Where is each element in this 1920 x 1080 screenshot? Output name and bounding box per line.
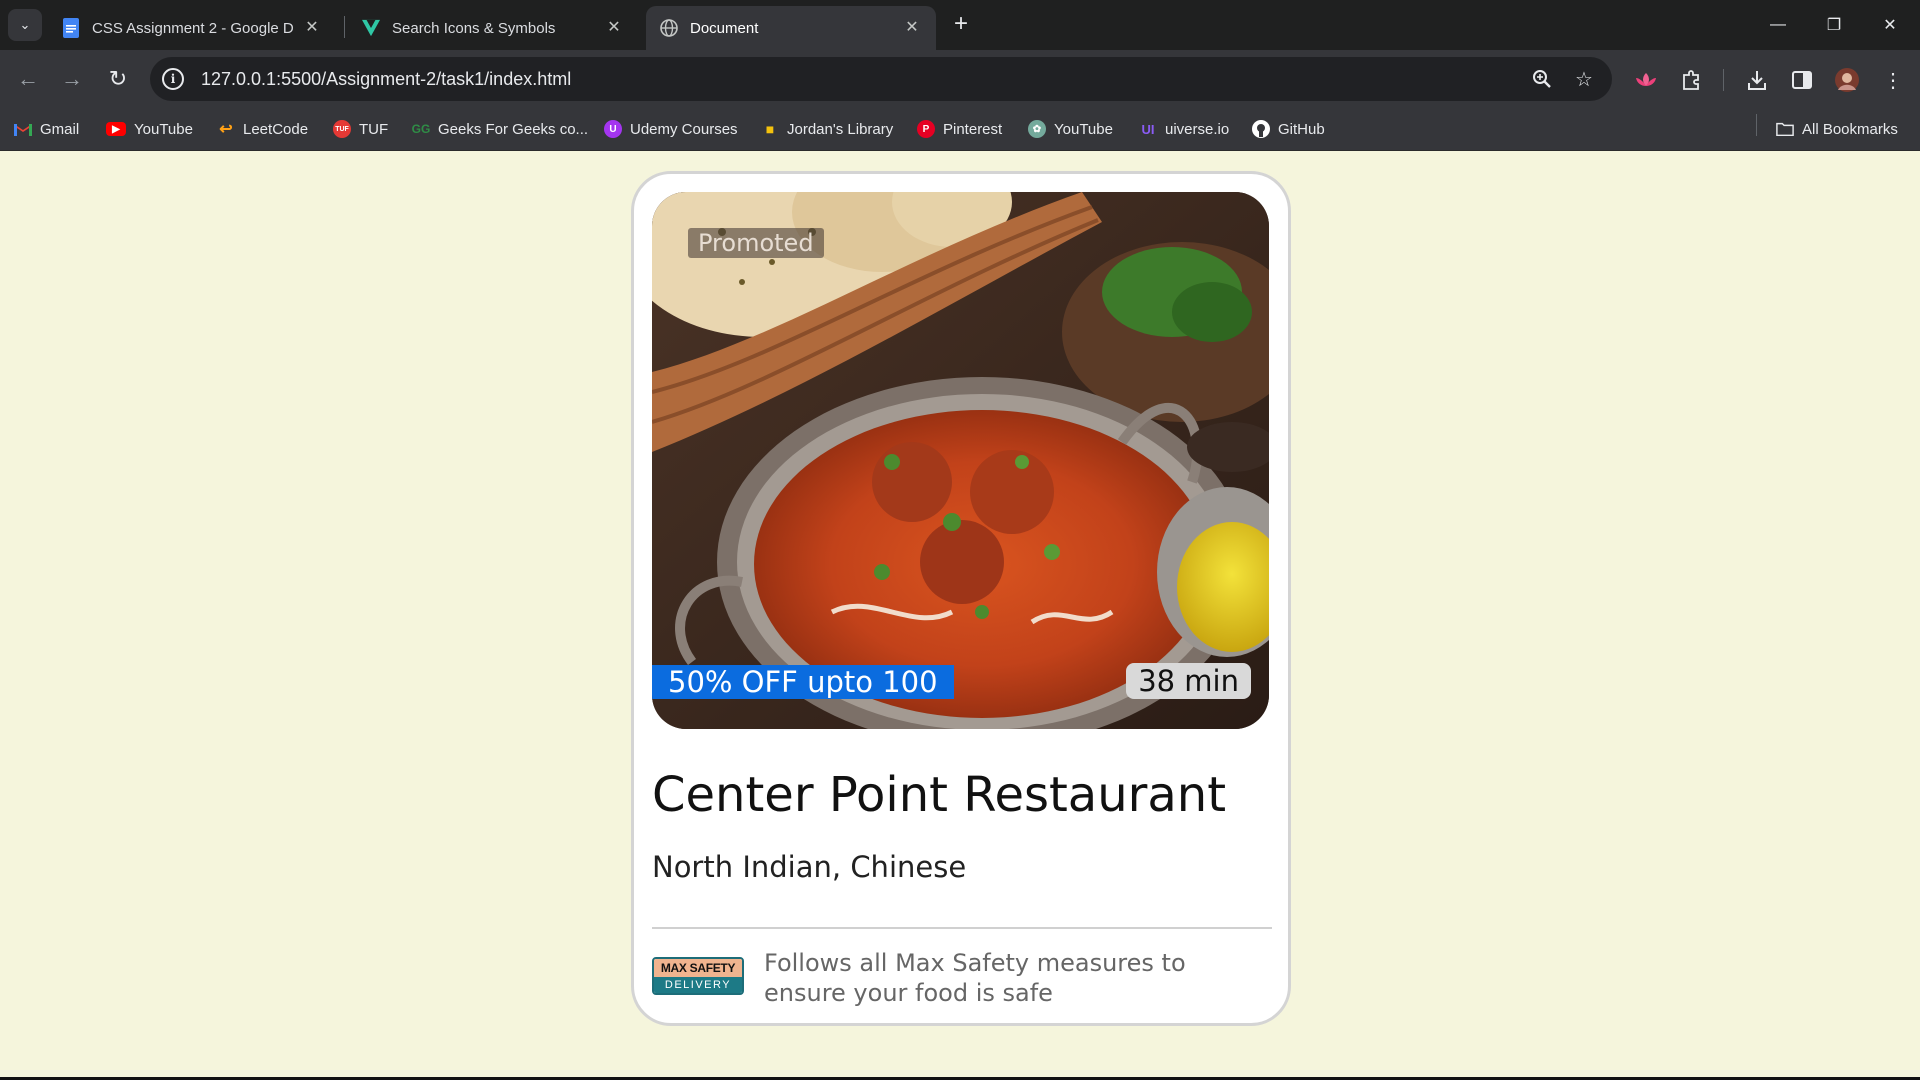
library-icon: ■ <box>765 121 775 137</box>
bookmarks-bar: Gmail ▶ YouTube ↩ LeetCode TUF TUF GG Ge… <box>0 108 1920 151</box>
extensions-icon[interactable] <box>1676 65 1706 95</box>
google-docs-icon <box>62 18 80 38</box>
new-tab-button[interactable]: + <box>948 12 974 38</box>
bookmark-github[interactable]: GitHub <box>1252 117 1325 141</box>
bookmark-label: Gmail <box>40 120 80 138</box>
address-bar[interactable]: i 127.0.0.1:5500/Assignment-2/task1/inde… <box>150 57 1612 101</box>
divider <box>652 927 1272 929</box>
restaurant-card[interactable]: Promoted 50% OFF upto 100 38 min Center … <box>631 171 1291 1026</box>
bookmark-gfg[interactable]: GG Geeks For Geeks co... <box>412 117 588 141</box>
tab-title: Search Icons & Symbols <box>392 19 556 37</box>
arrow-right-icon: → <box>61 66 83 91</box>
tab-title: Document <box>690 19 759 37</box>
bookmark-uiverse[interactable]: UI uiverse.io <box>1139 117 1230 141</box>
bookmark-leetcode[interactable]: ↩ LeetCode <box>217 117 308 141</box>
bookmark-label: TUF <box>359 120 389 138</box>
bookmark-label: Pinterest <box>943 120 1003 138</box>
lotus-extension-icon[interactable] <box>1631 65 1661 95</box>
minimize-icon: — <box>1770 16 1786 33</box>
tab-strip: ⌄ CSS Assignment 2 - Google Docs ✕ Searc… <box>0 0 1920 50</box>
tab-document[interactable]: Document ✕ <box>646 6 936 50</box>
bookmark-label: uiverse.io <box>1165 120 1230 138</box>
zoom-icon[interactable] <box>1528 65 1556 93</box>
bookmark-label: Jordan's Library <box>787 120 894 138</box>
leetcode-icon: ↩ <box>219 121 233 138</box>
vue-icon <box>362 19 380 37</box>
side-panel-icon[interactable] <box>1787 65 1817 95</box>
safety-logo-top: MAX SAFETY <box>654 959 742 977</box>
tab-search-button[interactable]: ⌄ <box>8 9 42 41</box>
tab-google-docs[interactable]: CSS Assignment 2 - Google Docs ✕ <box>48 6 336 50</box>
restaurant-name: Center Point Restaurant <box>652 767 1227 823</box>
close-icon: ✕ <box>1883 17 1897 34</box>
bookmark-label: All Bookmarks <box>1802 120 1898 138</box>
more-menu-icon[interactable]: ⋮ <box>1878 65 1908 95</box>
youtube-icon: ▶ <box>106 122 126 136</box>
bookmark-pinterest[interactable]: P Pinterest <box>917 117 1002 141</box>
bookmark-label: YouTube <box>1054 120 1113 138</box>
forward-button[interactable]: → <box>58 65 86 93</box>
plus-icon: + <box>953 10 968 37</box>
close-icon[interactable]: ✕ <box>302 18 322 38</box>
folder-icon <box>1776 120 1794 138</box>
tab-search-icons[interactable]: Search Icons & Symbols ✕ <box>348 6 638 50</box>
star-icon[interactable]: ☆ <box>1570 65 1598 93</box>
reload-icon: ↻ <box>108 66 128 91</box>
back-button[interactable]: ← <box>14 65 42 93</box>
cuisine-text: North Indian, Chinese <box>652 850 967 884</box>
safety-logo-bottom: DELIVERY <box>654 977 742 993</box>
bookmark-tuf[interactable]: TUF TUF <box>333 117 388 141</box>
bookmark-label: Udemy Courses <box>630 120 738 138</box>
bookmarks-separator <box>1756 114 1757 136</box>
close-window-button[interactable]: ✕ <box>1862 0 1918 50</box>
globe-icon <box>660 19 678 37</box>
arrow-left-icon: ← <box>17 66 39 91</box>
toolbar-separator <box>1723 69 1724 91</box>
bookmark-udemy[interactable]: U Udemy Courses <box>604 117 738 141</box>
info-icon[interactable]: i <box>162 68 184 90</box>
tab-separator <box>344 16 345 38</box>
page-viewport: Promoted 50% OFF upto 100 38 min Center … <box>0 151 1920 1077</box>
tab-title: CSS Assignment 2 - Google Docs <box>92 19 294 37</box>
all-bookmarks-button[interactable]: All Bookmarks <box>1776 117 1898 141</box>
browser-toolbar: ← → ↻ i 127.0.0.1:5500/Assignment-2/task… <box>0 50 1920 108</box>
offer-badge: 50% OFF upto 100 <box>652 665 954 699</box>
tuf-icon: TUF <box>333 120 351 138</box>
chatgpt-icon: ✿ <box>1028 120 1046 138</box>
bookmark-jordans-library[interactable]: ■ Jordan's Library <box>761 117 893 141</box>
uiverse-icon: UI <box>1141 121 1155 137</box>
restore-icon: ❐ <box>1826 17 1842 34</box>
restore-button[interactable]: ❐ <box>1806 0 1862 50</box>
pinterest-icon: P <box>917 120 935 138</box>
close-icon[interactable]: ✕ <box>604 18 624 38</box>
promoted-badge: Promoted <box>688 228 824 258</box>
food-image: Promoted 50% OFF upto 100 38 min <box>652 192 1269 729</box>
gmail-icon <box>14 120 32 138</box>
gfg-icon: GG <box>411 122 431 136</box>
minimize-button[interactable]: — <box>1750 0 1806 50</box>
download-icon[interactable] <box>1742 65 1772 95</box>
delivery-time-badge: 38 min <box>1126 663 1251 699</box>
max-safety-logo: MAX SAFETY DELIVERY <box>652 957 744 995</box>
udemy-icon: U <box>604 120 622 138</box>
close-icon[interactable]: ✕ <box>902 18 922 38</box>
reload-button[interactable]: ↻ <box>104 65 132 93</box>
bookmark-gmail[interactable]: Gmail <box>14 117 79 141</box>
bookmark-label: GitHub <box>1278 120 1325 138</box>
bookmark-label: Geeks For Geeks co... <box>438 120 589 138</box>
address-url[interactable]: 127.0.0.1:5500/Assignment-2/task1/index.… <box>201 69 1528 90</box>
bookmark-youtube[interactable]: ▶ YouTube <box>106 117 193 141</box>
bookmark-youtube-2[interactable]: ✿ YouTube <box>1028 117 1113 141</box>
safety-text: Follows all Max Safety measures to ensur… <box>764 949 1186 1007</box>
bookmark-label: YouTube <box>134 120 193 138</box>
github-icon <box>1252 120 1270 138</box>
avatar[interactable] <box>1832 65 1862 95</box>
chevron-down-icon: ⌄ <box>19 17 31 32</box>
bookmark-label: LeetCode <box>243 120 309 138</box>
